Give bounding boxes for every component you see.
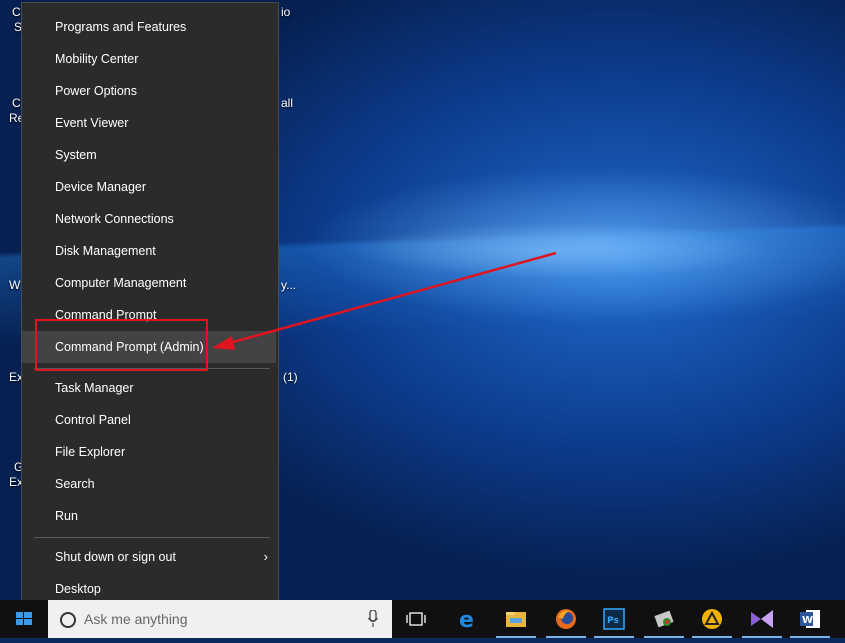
app-triangle-icon[interactable] xyxy=(688,600,736,638)
task-view-icon[interactable] xyxy=(392,600,440,638)
cortana-icon xyxy=(60,612,76,628)
search-input[interactable]: Ask me anything xyxy=(84,600,188,638)
file-explorer-icon[interactable] xyxy=(492,600,540,638)
start-button[interactable] xyxy=(0,600,48,638)
svg-text:W: W xyxy=(802,615,813,626)
edge-icon[interactable]: e xyxy=(444,600,492,638)
taskbar: Ask me anything e Ps W xyxy=(0,600,845,638)
windows-logo-icon xyxy=(16,612,32,625)
app-icon[interactable] xyxy=(640,600,688,638)
visual-studio-icon[interactable] xyxy=(738,600,786,638)
microphone-icon[interactable] xyxy=(368,610,378,628)
annotation-arrow xyxy=(212,251,557,350)
firefox-icon[interactable] xyxy=(542,600,590,638)
svg-text:e: e xyxy=(459,608,474,631)
photoshop-icon[interactable]: Ps xyxy=(590,600,638,638)
cortana-search-box[interactable]: Ask me anything xyxy=(48,600,392,638)
svg-text:Ps: Ps xyxy=(607,616,619,626)
word-icon[interactable]: W xyxy=(786,600,834,638)
